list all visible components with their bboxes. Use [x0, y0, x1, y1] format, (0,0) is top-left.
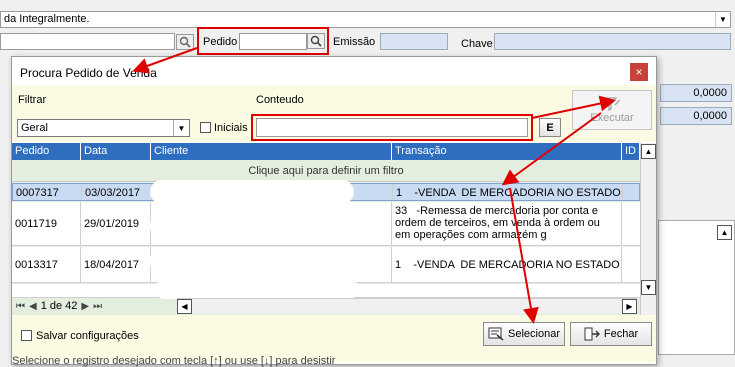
annotation-arrow [509, 187, 539, 324]
annotation-arrow [531, 95, 616, 119]
annotation-arrow [501, 112, 602, 186]
annotation-arrow [132, 47, 198, 74]
annotation-arrows [132, 47, 616, 324]
